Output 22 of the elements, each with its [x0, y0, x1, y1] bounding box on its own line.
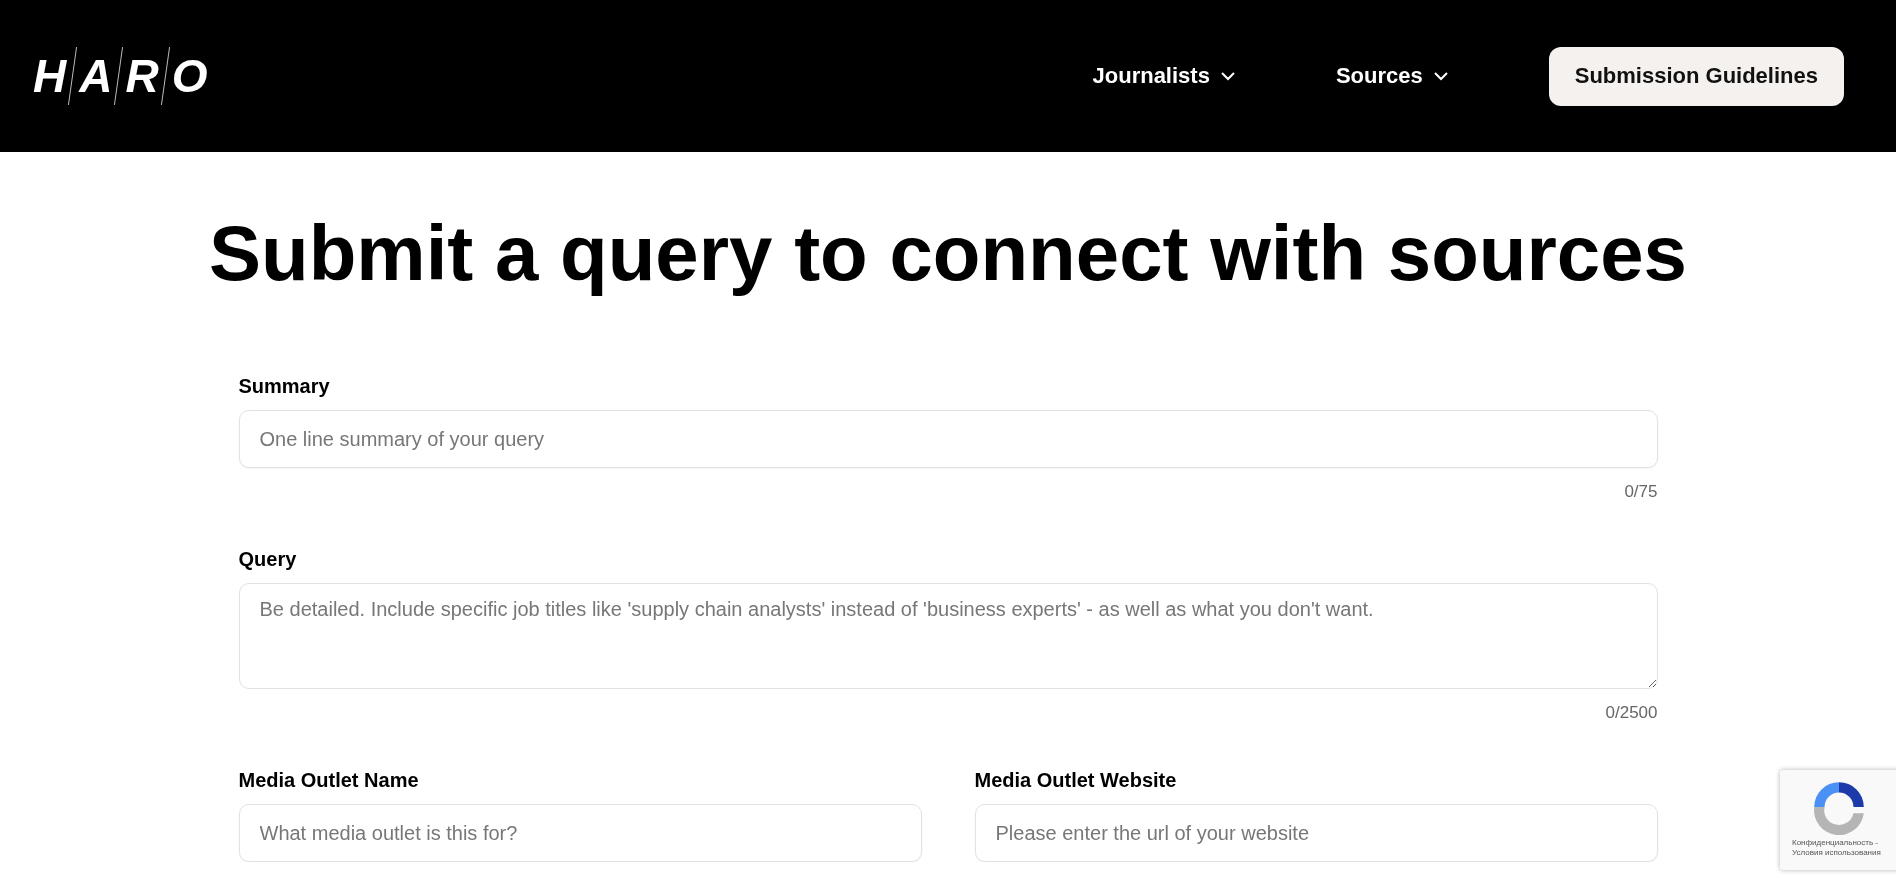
recaptcha-link[interactable]: Условия использования	[1792, 848, 1881, 858]
logo-letter[interactable]: O	[165, 49, 214, 103]
input-field[interactable]: Please enter the url of your website	[974, 804, 1658, 862]
field-label: Query	[238, 548, 298, 571]
input-field[interactable]: One line summary of your query	[238, 410, 1658, 468]
logo-letter[interactable]: H	[27, 49, 73, 103]
guidelines-button[interactable]: Submission Guidelines	[1548, 46, 1844, 106]
logo-letter[interactable]: A	[73, 49, 119, 103]
recaptcha-link[interactable]: Конфиденциальность -	[1792, 838, 1879, 848]
nav-dropdown[interactable]: Sources	[1335, 63, 1449, 89]
page-title: Submit a query to connect with sources	[208, 208, 1688, 299]
chevron-down-icon	[1219, 71, 1236, 81]
textarea-field[interactable]: Be detailed. Include specific job titles like 'supply chain analysts' instead of 'business experts' - as well as what you don't want.	[238, 583, 1658, 689]
field-label: Media Outlet Website	[974, 769, 1178, 792]
character-counter: 0/2500	[1605, 703, 1658, 723]
logo-letter[interactable]: R	[119, 49, 165, 103]
field-label: Media Outlet Name	[238, 769, 420, 792]
character-counter: 0/75	[1624, 482, 1658, 502]
field-label: Summary	[238, 375, 331, 398]
chevron-down-icon	[1432, 71, 1449, 81]
input-field[interactable]: What media outlet is this for?	[238, 804, 922, 862]
nav-dropdown[interactable]: Journalists	[1092, 63, 1236, 89]
